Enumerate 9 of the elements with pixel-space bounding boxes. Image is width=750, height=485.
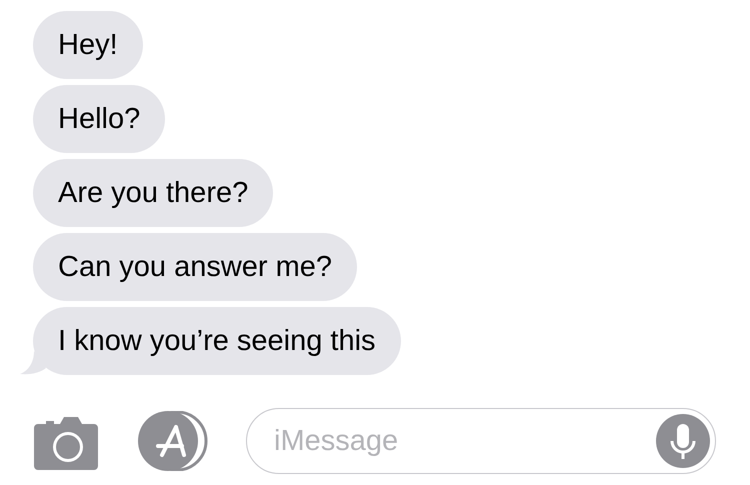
microphone-icon[interactable] xyxy=(655,413,711,469)
message-input-field[interactable]: iMessage xyxy=(246,408,716,474)
message-bubble: Can you answer me? xyxy=(33,233,358,301)
message-bubble: Hey! xyxy=(33,11,143,79)
message-bubble: Hello? xyxy=(33,85,166,153)
app-store-icon[interactable] xyxy=(138,411,210,471)
message-input[interactable]: iMessage xyxy=(272,424,655,458)
camera-icon[interactable] xyxy=(34,416,98,470)
message-bubble: Are you there? xyxy=(33,159,274,227)
